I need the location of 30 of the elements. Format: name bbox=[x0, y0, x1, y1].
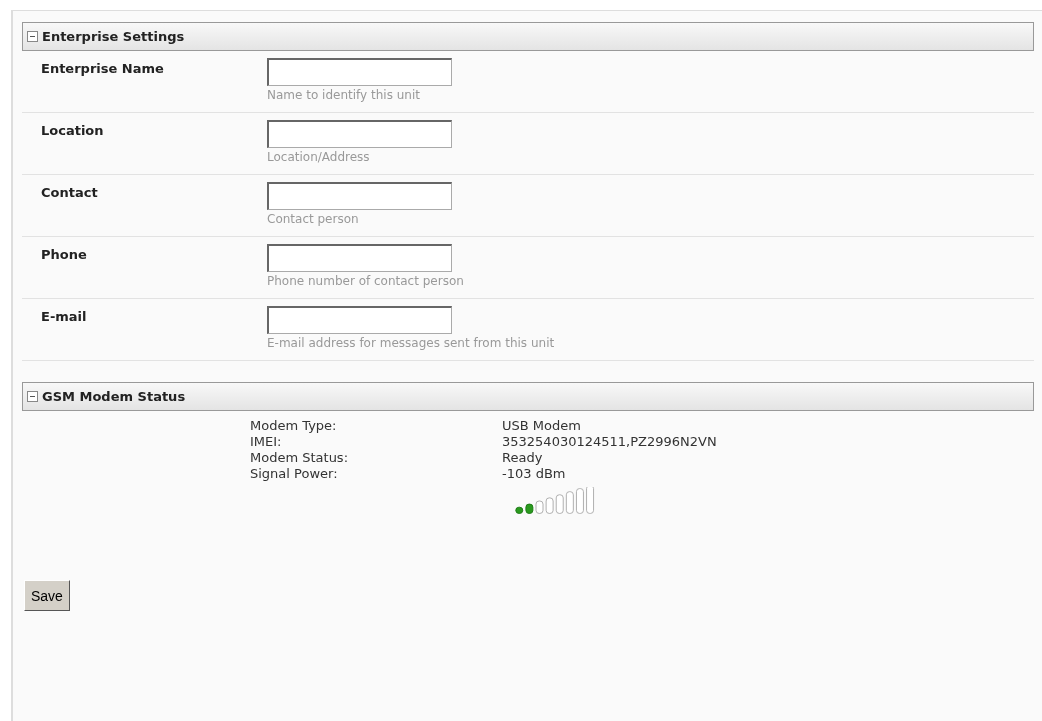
field-label: E-mail bbox=[41, 309, 87, 324]
status-label: Modem Status: bbox=[250, 450, 350, 466]
status-value: USB Modem bbox=[502, 418, 582, 434]
status-label: Modem Type: bbox=[250, 418, 338, 434]
collapse-toggle[interactable] bbox=[27, 391, 38, 402]
field-hint: Location/Address bbox=[267, 150, 371, 164]
text-field[interactable] bbox=[267, 182, 452, 210]
section-title: Enterprise Settings bbox=[42, 29, 185, 44]
text-field[interactable] bbox=[267, 120, 452, 148]
section-title: GSM Modem Status bbox=[42, 389, 186, 404]
status-label: Signal Power: bbox=[250, 466, 339, 482]
section-header[interactable]: Enterprise Settings bbox=[22, 22, 1034, 51]
field-label: Enterprise Name bbox=[41, 61, 164, 76]
collapse-toggle[interactable] bbox=[27, 31, 38, 42]
section-header[interactable]: GSM Modem Status bbox=[22, 382, 1034, 411]
save-button[interactable]: Save bbox=[24, 580, 70, 611]
status-label: IMEI: bbox=[250, 434, 283, 450]
field-label: Location bbox=[41, 123, 104, 138]
status-value: -103 dBm bbox=[502, 466, 567, 482]
field-hint: Phone number of contact person bbox=[267, 274, 464, 288]
status-value: 353254030124511,PZ2996N2VN bbox=[502, 434, 718, 450]
text-field[interactable] bbox=[267, 58, 452, 86]
text-field[interactable] bbox=[267, 244, 452, 272]
status-value: Ready bbox=[502, 450, 544, 466]
text-field[interactable] bbox=[267, 306, 452, 334]
field-hint: E-mail address for messages sent from this unit bbox=[267, 336, 555, 350]
field-hint: Name to identify this unit bbox=[267, 88, 421, 102]
field-hint: Contact person bbox=[267, 212, 360, 226]
field-label: Contact bbox=[41, 185, 98, 200]
field-label: Phone bbox=[41, 247, 87, 262]
